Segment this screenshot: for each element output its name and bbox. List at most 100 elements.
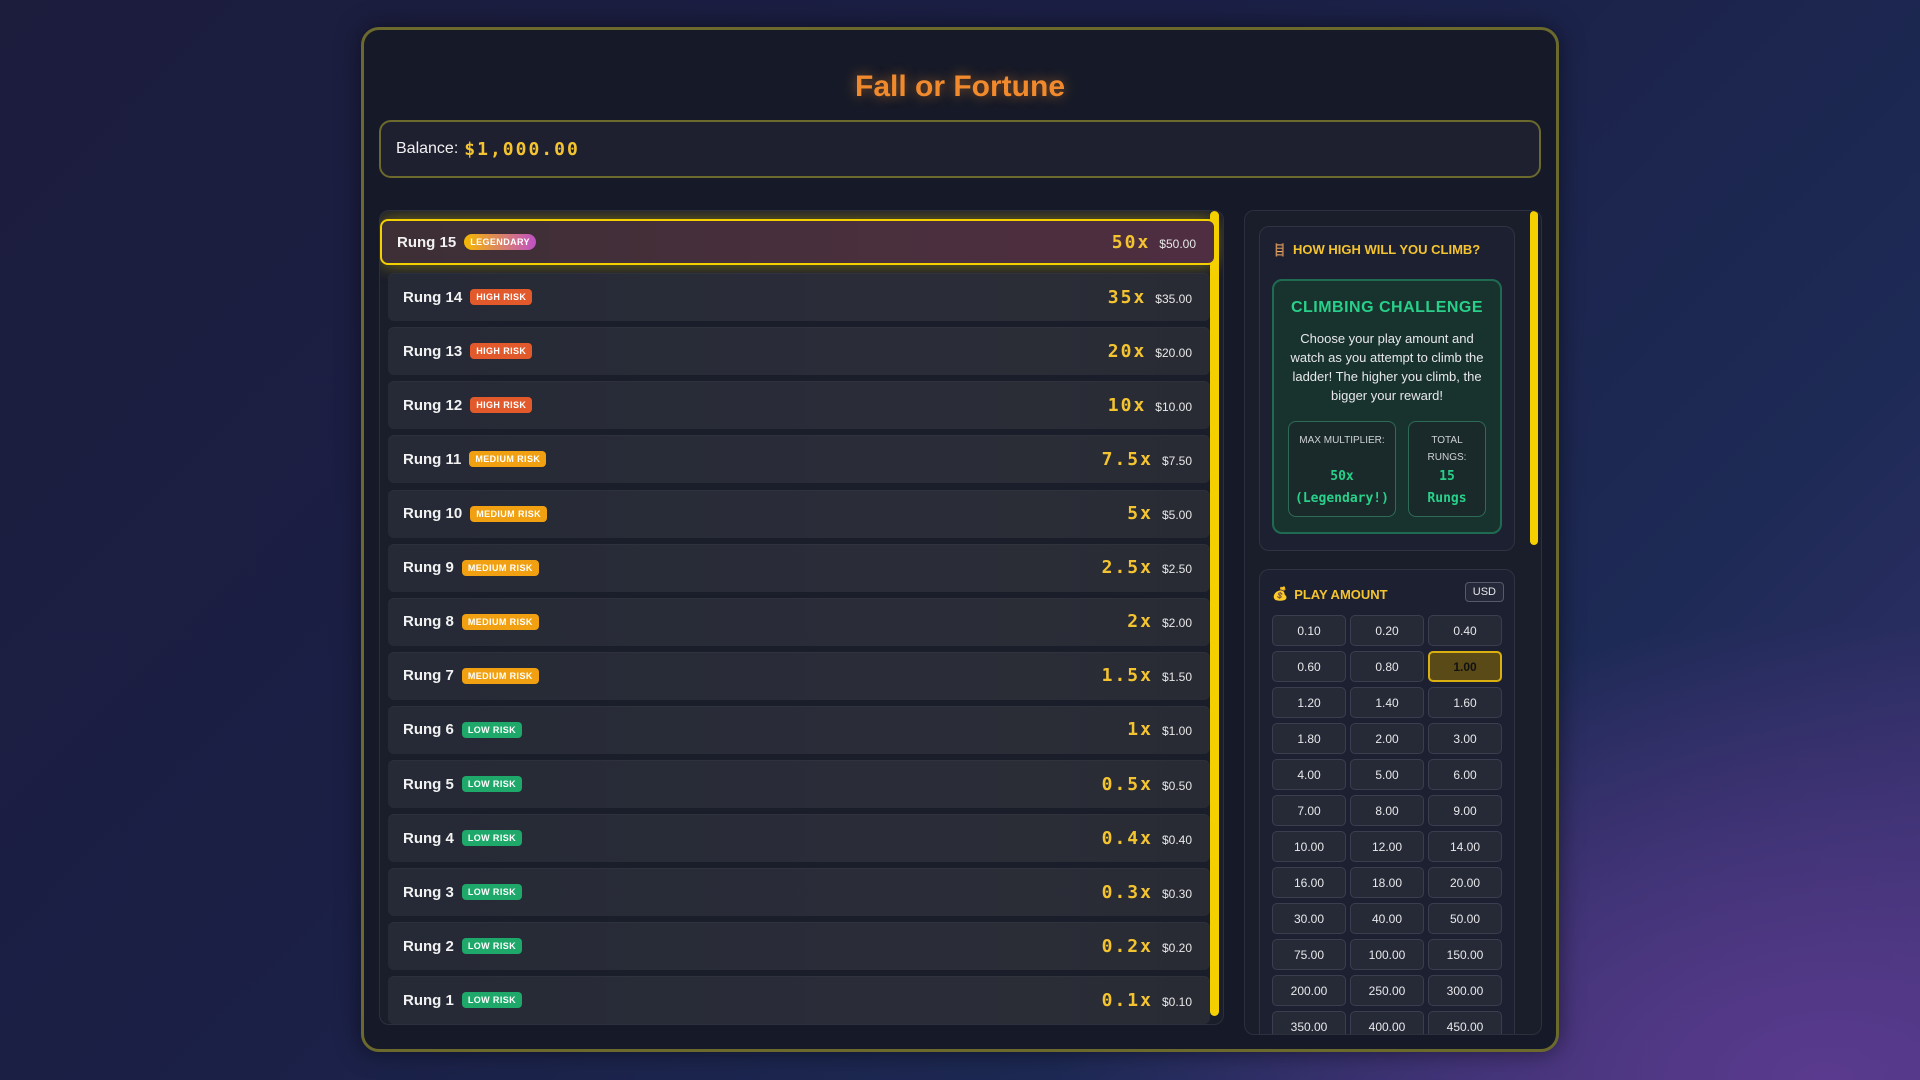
amount-chip[interactable]: 7.00 bbox=[1272, 795, 1346, 826]
amount-chip[interactable]: 1.60 bbox=[1428, 687, 1502, 718]
rung-row: Rung 3 LOW RISK 0.3x $0.30 bbox=[388, 868, 1210, 917]
rung-row: Rung 5 LOW RISK 0.5x $0.50 bbox=[388, 760, 1210, 808]
amount-chip[interactable]: 14.00 bbox=[1428, 831, 1502, 862]
amount-chip[interactable]: 4.00 bbox=[1272, 759, 1346, 790]
amount-chip[interactable]: 1.20 bbox=[1272, 687, 1346, 718]
rung-multiplier: 1x bbox=[1127, 719, 1153, 741]
rung-name: Rung 7 bbox=[403, 667, 454, 685]
climb-heading: 🪜 HOW HIGH WILL YOU CLIMB? bbox=[1272, 242, 1480, 257]
ladder-scrollbar[interactable] bbox=[1210, 211, 1219, 1016]
amount-chip[interactable]: 12.00 bbox=[1350, 831, 1424, 862]
total-rungs-label: TOTAL RUNGS: bbox=[1427, 435, 1467, 463]
currency-button[interactable]: USD bbox=[1464, 582, 1504, 602]
risk-badge: MEDIUM RISK bbox=[470, 505, 548, 522]
amount-chip[interactable]: 0.20 bbox=[1350, 615, 1424, 646]
amount-chip[interactable]: 18.00 bbox=[1350, 867, 1424, 898]
amount-chip[interactable]: 0.10 bbox=[1272, 615, 1346, 646]
game-frame: Fall or Fortune Balance: $1,000.00 Rung … bbox=[361, 27, 1559, 1052]
rung-payout: $0.30 bbox=[1161, 886, 1192, 901]
rung-name: Rung 14 bbox=[403, 288, 463, 306]
amount-chip[interactable]: 200.00 bbox=[1272, 975, 1346, 1006]
amount-chip[interactable]: 10.00 bbox=[1272, 831, 1346, 862]
amount-chip[interactable]: 1.00 bbox=[1428, 651, 1502, 682]
rung-name: Rung 13 bbox=[403, 342, 463, 360]
rung-row: Rung 8 MEDIUM RISK 2x $2.00 bbox=[388, 597, 1210, 646]
amount-chip[interactable]: 75.00 bbox=[1272, 939, 1346, 970]
rung-multiplier: 50x bbox=[1111, 231, 1151, 253]
amount-chip[interactable]: 20.00 bbox=[1428, 867, 1502, 898]
amount-chip[interactable]: 0.60 bbox=[1272, 651, 1346, 682]
amount-chip[interactable]: 0.80 bbox=[1350, 651, 1424, 682]
money-bag-icon: 💰 bbox=[1272, 586, 1289, 601]
amount-chip[interactable]: 40.00 bbox=[1350, 903, 1424, 934]
amount-chip[interactable]: 30.00 bbox=[1272, 903, 1346, 934]
amount-chip[interactable]: 450.00 bbox=[1428, 1011, 1502, 1034]
rung-row: Rung 2 LOW RISK 0.2x $0.20 bbox=[388, 922, 1210, 971]
amount-chip[interactable]: 8.00 bbox=[1350, 795, 1424, 826]
rung-row: Rung 12 HIGH RISK 10x $10.00 bbox=[388, 381, 1210, 430]
max-multiplier-stat: MAX MULTIPLIER: 50x (Legendary!) bbox=[1288, 421, 1396, 517]
rung-reward: 0.4x $0.40 bbox=[1102, 828, 1210, 849]
amount-chip[interactable]: 16.00 bbox=[1272, 867, 1346, 898]
rung-row: Rung 1 LOW RISK 0.1x $0.10 bbox=[388, 976, 1210, 1024]
rung-name: Rung 15 bbox=[397, 233, 457, 251]
amount-chip[interactable]: 150.00 bbox=[1428, 939, 1502, 970]
amount-chip[interactable]: 100.00 bbox=[1350, 939, 1424, 970]
amount-chip[interactable]: 350.00 bbox=[1272, 1011, 1346, 1034]
amount-chip[interactable]: 6.00 bbox=[1428, 759, 1502, 790]
amount-chip[interactable]: 2.00 bbox=[1350, 723, 1424, 754]
rung-payout: $50.00 bbox=[1159, 236, 1196, 251]
rung-row: Rung 9 MEDIUM RISK 2.5x $2.50 bbox=[388, 543, 1210, 592]
max-multiplier-label: MAX MULTIPLIER: bbox=[1299, 435, 1385, 446]
rung-multiplier: 0.1x bbox=[1101, 989, 1153, 1011]
risk-badge: LOW RISK bbox=[461, 992, 523, 1009]
risk-badge: MEDIUM RISK bbox=[461, 613, 539, 630]
max-multiplier-value-2: (Legendary!) bbox=[1295, 491, 1389, 506]
amount-chip[interactable]: 300.00 bbox=[1428, 975, 1502, 1006]
amount-chip[interactable]: 250.00 bbox=[1350, 975, 1424, 1006]
rung-reward: 0.3x $0.30 bbox=[1102, 882, 1210, 903]
risk-badge: MEDIUM RISK bbox=[461, 559, 539, 576]
rung-row: Rung 4 LOW RISK 0.4x $0.40 bbox=[388, 814, 1210, 863]
balance-amount: $1,000.00 bbox=[464, 138, 580, 160]
amount-chip[interactable]: 9.00 bbox=[1428, 795, 1502, 826]
rung-multiplier: 0.3x bbox=[1101, 881, 1153, 903]
amount-chip[interactable]: 400.00 bbox=[1350, 1011, 1424, 1034]
rung-reward: 20x $20.00 bbox=[1108, 341, 1210, 362]
rung-name: Rung 9 bbox=[403, 559, 454, 577]
rung-name: Rung 5 bbox=[403, 775, 454, 793]
rung-multiplier: 5x bbox=[1127, 503, 1153, 524]
total-rungs-value-2: Rungs bbox=[1427, 491, 1467, 506]
amount-chip[interactable]: 50.00 bbox=[1428, 903, 1502, 934]
challenge-title: CLIMBING CHALLENGE bbox=[1290, 299, 1484, 316]
amount-chip[interactable]: 1.80 bbox=[1272, 723, 1346, 754]
amount-chip[interactable]: 3.00 bbox=[1428, 723, 1502, 754]
max-multiplier-value-1: 50x bbox=[1330, 469, 1354, 484]
rung-payout: $10.00 bbox=[1155, 399, 1192, 414]
rung-multiplier: 0.5x bbox=[1101, 773, 1153, 795]
rung-name: Rung 2 bbox=[403, 937, 454, 955]
rung-payout: $0.50 bbox=[1161, 778, 1192, 793]
rung-row: Rung 15 LEGENDARY 50x $50.00 bbox=[380, 219, 1216, 265]
amount-chip[interactable]: 0.40 bbox=[1428, 615, 1502, 646]
challenge-box: CLIMBING CHALLENGE Choose your play amou… bbox=[1272, 279, 1502, 534]
rung-multiplier: 10x bbox=[1107, 394, 1147, 416]
ladder-icon: 🪜 bbox=[1272, 242, 1287, 257]
rung-payout: $1.50 bbox=[1161, 670, 1192, 685]
rung-row: Rung 7 MEDIUM RISK 1.5x $1.50 bbox=[388, 651, 1210, 700]
amount-chip[interactable]: 5.00 bbox=[1350, 759, 1424, 790]
rung-row: Rung 11 MEDIUM RISK 7.5x $7.50 bbox=[388, 435, 1210, 484]
rung-reward: 1x $1.00 bbox=[1127, 719, 1210, 740]
rung-reward: 0.1x $0.10 bbox=[1102, 990, 1210, 1011]
risk-badge: MEDIUM RISK bbox=[469, 451, 547, 468]
rung-name: Rung 1 bbox=[403, 991, 454, 1009]
rung-multiplier: 0.4x bbox=[1101, 827, 1153, 849]
rung-reward: 0.5x $0.50 bbox=[1102, 774, 1210, 795]
total-rungs-value-1: 15 bbox=[1439, 469, 1455, 484]
total-rungs-value: 15 Rungs bbox=[1409, 466, 1485, 510]
risk-badge: LEGENDARY bbox=[464, 234, 536, 250]
amount-chip[interactable]: 1.40 bbox=[1350, 687, 1424, 718]
rung-payout: $0.10 bbox=[1161, 994, 1192, 1009]
side-scrollbar[interactable] bbox=[1530, 211, 1538, 545]
risk-badge: HIGH RISK bbox=[470, 289, 533, 306]
